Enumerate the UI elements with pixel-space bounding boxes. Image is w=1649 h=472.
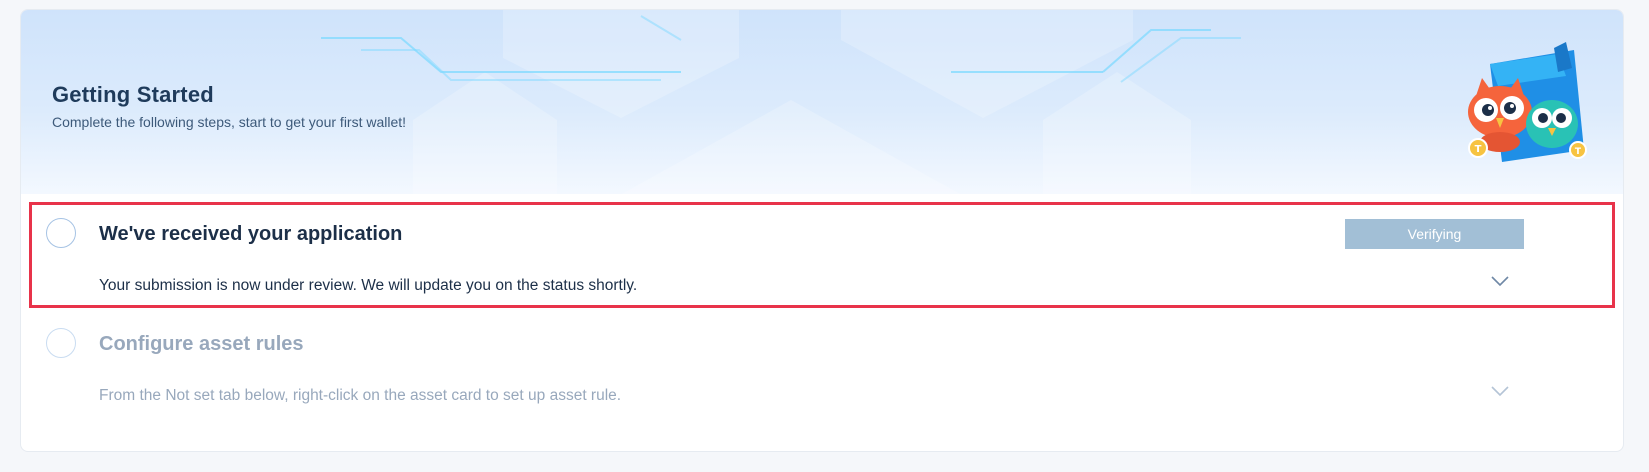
verifying-status-button[interactable]: Verifying [1345,219,1524,249]
step-configure-asset-rules[interactable]: Configure asset rules From the Not set t… [29,313,1615,423]
owl-wallet-mascot-icon: T T [1468,42,1587,162]
step-title: Configure asset rules [99,333,304,355]
getting-started-card: Getting Started Complete the following s… [20,9,1624,452]
getting-started-banner: Getting Started Complete the following s… [21,10,1623,194]
chevron-down-icon[interactable] [1490,383,1510,399]
step-description: From the Not set tab below, right-click … [99,387,622,404]
page-title: Getting Started [52,82,214,107]
page-subtitle: Complete the following steps, start to g… [52,114,407,130]
chevron-down-icon[interactable] [1490,273,1510,289]
step-circle-icon [46,218,76,248]
svg-text:T: T [1475,144,1482,155]
banner-background-pattern [321,10,1241,194]
step-application-received[interactable]: We've received your application Verifyin… [29,202,1615,308]
step-circle-icon [46,328,76,358]
step-description: Your submission is now under review. We … [99,277,638,294]
step-title: We've received your application [99,223,403,245]
svg-text:T: T [1575,147,1582,157]
